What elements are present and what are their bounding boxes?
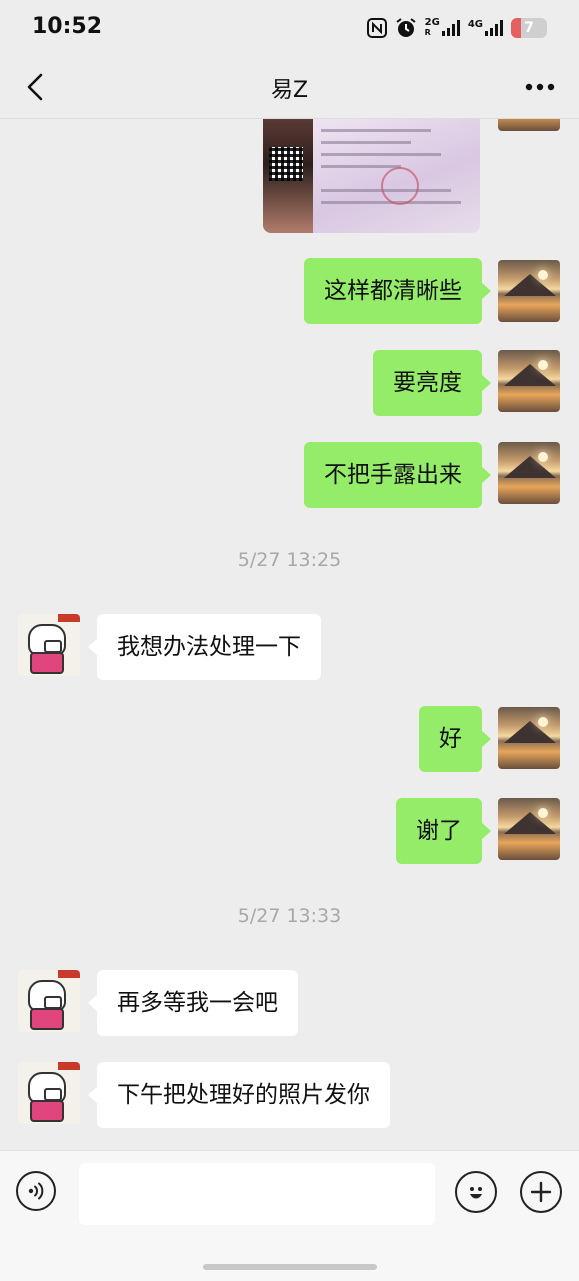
more-dots-icon (525, 83, 555, 91)
my-avatar[interactable] (498, 260, 560, 322)
status-icons: 2G R 4G 7 (366, 16, 547, 40)
my-avatar[interactable] (498, 707, 560, 769)
status-bar: 10:52 2G R 4G 7 (0, 0, 579, 56)
message-timestamp: 5/27 13:25 (237, 549, 342, 571)
my-avatar[interactable] (498, 442, 560, 504)
contact-avatar[interactable] (18, 614, 80, 676)
message-bubble[interactable]: 要亮度 (373, 350, 491, 416)
message-bubble[interactable]: 不把手露出来 (304, 442, 491, 508)
chat-title: 易Z (270, 78, 309, 103)
contact-avatar[interactable] (18, 970, 80, 1032)
message-bubble[interactable]: 再多等我一会吧 (88, 970, 298, 1036)
signal-2g-icon: 2G R (425, 18, 460, 38)
message-bubble[interactable]: 下午把处理好的照片发你 (88, 1062, 390, 1128)
message-bubble[interactable]: 好 (419, 706, 491, 772)
chat-header: 易Z (0, 56, 579, 119)
voice-icon (28, 1182, 44, 1200)
input-bar (0, 1150, 579, 1281)
plus-icon (530, 1181, 552, 1203)
message-timestamp: 5/27 13:33 (237, 905, 342, 927)
more-button[interactable] (523, 72, 557, 102)
emoji-icon (470, 1187, 482, 1199)
home-indicator[interactable] (203, 1264, 377, 1270)
status-time: 10:52 (32, 14, 103, 39)
plus-button[interactable] (520, 1171, 562, 1213)
message-bubble[interactable]: 谢了 (396, 798, 491, 864)
my-avatar[interactable] (498, 798, 560, 860)
alarm-icon (395, 17, 417, 39)
message-input[interactable] (79, 1163, 435, 1225)
my-avatar[interactable] (498, 350, 560, 412)
battery-level: 7 (524, 20, 534, 36)
photo-message[interactable] (263, 119, 480, 233)
message-bubble[interactable]: 这样都清晰些 (304, 258, 491, 324)
voice-button[interactable] (16, 1171, 56, 1211)
emoji-button[interactable] (455, 1171, 497, 1213)
signal-4g-icon: 4G (468, 20, 503, 36)
message-bubble[interactable]: 我想办法处理一下 (88, 614, 321, 680)
contact-avatar[interactable] (18, 1062, 80, 1124)
my-avatar[interactable] (498, 119, 560, 131)
message-list[interactable]: 这样都清晰些 要亮度 不把手露出来 5/27 13:25 我想办法处理一下 好 … (0, 119, 579, 1150)
nfc-icon (366, 18, 387, 38)
battery-icon: 7 (511, 18, 547, 38)
